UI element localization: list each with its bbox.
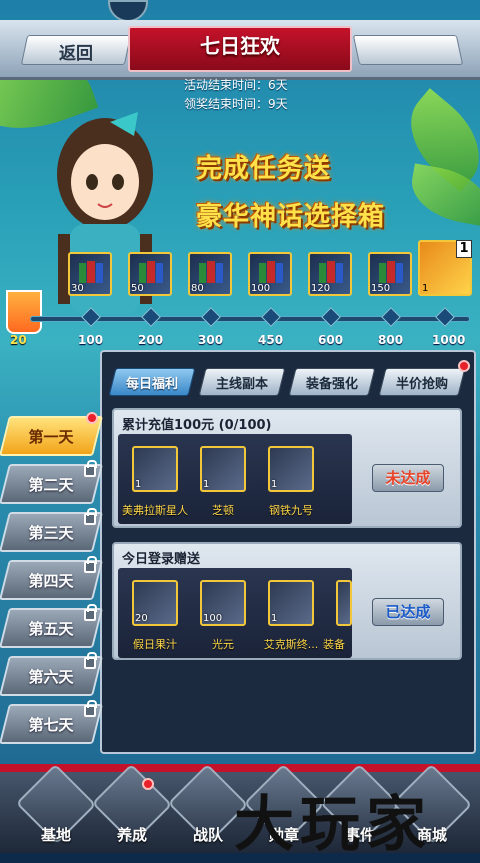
milestone-label: 1000 — [432, 333, 466, 347]
reward-badge: 1 — [456, 240, 472, 258]
milestone-label: 450 — [258, 333, 284, 347]
lock-icon — [84, 508, 97, 525]
tab-label: 每日福利 — [125, 377, 178, 392]
progress-current: 20 — [10, 333, 27, 347]
reward-item[interactable]: 100 — [200, 580, 246, 626]
milestone-reward-3[interactable]: 80 — [188, 252, 232, 296]
milestone-reward-6[interactable]: 150 — [368, 252, 412, 296]
milestone-label: 100 — [78, 333, 104, 347]
milestone-reward-1[interactable]: 30 — [68, 252, 112, 296]
promo-line-1: 完成任务送 — [196, 154, 332, 184]
task-title: 今日登录赠送 — [122, 552, 201, 567]
day-label: 第六天 — [28, 668, 74, 686]
reward-item[interactable]: 1 — [132, 446, 178, 492]
reward-count: 150 — [371, 283, 391, 294]
activity-end-time: 活动结束时间：6天 — [184, 78, 288, 92]
lock-icon — [84, 652, 97, 669]
nav-label: 基地 — [40, 826, 71, 844]
promo-line-2: 豪华神话选择箱 — [196, 202, 386, 232]
day-label: 第五天 — [28, 620, 74, 638]
figures-icon — [79, 261, 103, 283]
milestone-label: 600 — [318, 333, 344, 347]
tab-label: 半价抢购 — [395, 377, 448, 392]
notification-dot — [142, 778, 154, 790]
reward-item[interactable]: 20 — [132, 580, 178, 626]
reward-item[interactable]: 1 — [268, 446, 314, 492]
day-label: 第一天 — [28, 428, 74, 446]
item-count: 1 — [271, 613, 278, 624]
right-plate — [352, 35, 464, 65]
figures-icon — [259, 261, 283, 283]
reward-count: 80 — [191, 283, 204, 294]
back-button-label: 返回 — [59, 44, 93, 64]
item-count: 20 — [135, 613, 148, 624]
item-count: 1 — [271, 479, 278, 490]
milestone-label: 300 — [198, 333, 224, 347]
day-label: 第四天 — [28, 572, 74, 590]
figures-icon — [379, 261, 403, 283]
tab-label: 装备强化 — [305, 377, 358, 392]
page-title: 七日狂欢 — [200, 34, 280, 58]
reward-item[interactable]: 1 — [268, 580, 314, 626]
reward-count: 50 — [131, 283, 144, 294]
reward-count: 1 — [422, 283, 429, 294]
item-name: 钢铁九号 — [269, 504, 313, 517]
milestone-reward-2[interactable]: 50 — [128, 252, 172, 296]
reward-item[interactable]: 1 — [200, 446, 246, 492]
nav-label: 战队 — [192, 826, 223, 844]
tab-label: 主线副本 — [215, 377, 268, 392]
figures-icon — [139, 261, 163, 283]
notification-dot — [86, 412, 98, 424]
milestone-reward-4[interactable]: 100 — [248, 252, 292, 296]
item-count: 1 — [135, 479, 142, 490]
reward-item[interactable] — [336, 580, 352, 626]
reward-count: 120 — [311, 283, 331, 294]
item-count: 100 — [203, 613, 223, 624]
day-label: 第二天 — [28, 476, 74, 494]
milestone-reward-5[interactable]: 120 — [308, 252, 352, 296]
bottom-nav-stripe — [0, 764, 480, 772]
reward-end-time: 领奖结束时间：9天 — [184, 97, 288, 111]
status-not-achieved-button[interactable]: 未达成 — [372, 464, 444, 492]
lock-icon — [84, 460, 97, 477]
status-achieved-button[interactable]: 已达成 — [372, 598, 444, 626]
day-label: 第七天 — [28, 716, 74, 734]
reward-count: 30 — [71, 283, 84, 294]
watermark: 大玩家 — [234, 790, 432, 860]
lock-icon — [84, 556, 97, 573]
lock-icon — [84, 604, 97, 621]
figures-icon — [319, 261, 343, 283]
milestone-reward-box[interactable]: 1 1 — [418, 240, 472, 296]
milestone-label: 800 — [378, 333, 404, 347]
item-count: 1 — [203, 479, 210, 490]
juice-cup-icon — [6, 290, 42, 334]
reward-count: 100 — [251, 283, 271, 294]
day-label: 第三天 — [28, 524, 74, 542]
item-name: 装备 — [323, 638, 345, 651]
nav-label: 养成 — [116, 826, 147, 844]
lock-icon — [84, 700, 97, 717]
notification-dot — [458, 360, 470, 372]
milestone-label: 200 — [138, 333, 164, 347]
task-title: 累计充值100元 (0/100) — [122, 418, 272, 433]
figures-icon — [199, 261, 223, 283]
